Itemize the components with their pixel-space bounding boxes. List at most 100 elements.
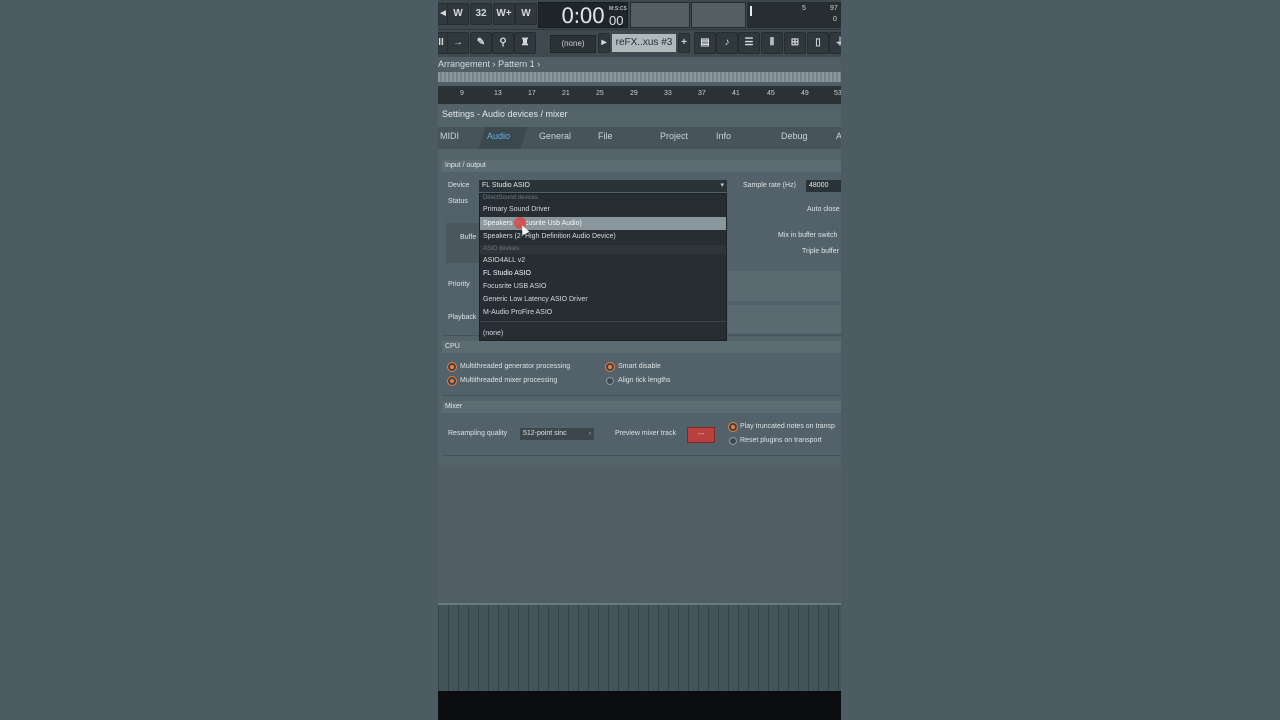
plugin-icon[interactable]: ▯ — [807, 32, 829, 54]
priority-panel — [728, 271, 841, 301]
top-toolbar: ◄ W 32 W+ W 0:00 M:S:CS 00 5 97 0 — [438, 0, 841, 29]
timeline-ruler[interactable]: 9 13 17 21 25 29 33 37 41 45 49 53 — [438, 86, 841, 104]
playlist-overview-strip[interactable] — [438, 72, 841, 82]
device-select[interactable]: FL Studio ASIO ▾ — [479, 180, 727, 192]
time-display[interactable]: 0:00 M:S:CS 00 — [538, 2, 628, 28]
tab-midi[interactable]: MIDI — [440, 131, 459, 141]
tab-about[interactable]: A — [836, 131, 841, 141]
smart-disable-radio[interactable] — [606, 363, 614, 371]
breadcrumb-arrow-icon[interactable]: › — [537, 59, 540, 69]
breadcrumb-pattern[interactable]: Pattern 1 — [498, 59, 535, 69]
breadcrumb-arrangement[interactable]: Arrangement — [438, 59, 490, 69]
ruler-tick: 29 — [630, 90, 638, 97]
pattern-add-icon[interactable]: + — [678, 33, 690, 53]
playback-label: Playback — [448, 314, 477, 321]
ruler-tick: 45 — [767, 90, 775, 97]
breadcrumb-separator: › — [492, 59, 496, 69]
multithreaded-generator-radio[interactable] — [448, 363, 456, 371]
align-tick-label: Align tick lengths — [618, 377, 671, 384]
mixer-header: Mixer — [442, 401, 841, 413]
dropdown-group-asio: ASIO devices — [480, 245, 726, 254]
settings-tabs: MIDI Audio General File Project Info Deb… — [438, 127, 841, 149]
play-truncated-radio[interactable] — [729, 423, 737, 431]
sample-rate-select[interactable]: 48000 — [806, 180, 841, 192]
bit-button[interactable]: 32 — [470, 3, 492, 25]
wave-plus-button[interactable]: W+ — [493, 3, 515, 25]
cpu-section — [442, 353, 841, 396]
stamp-icon[interactable]: ♜ — [514, 32, 536, 54]
align-tick-radio[interactable] — [606, 377, 614, 385]
mix-in-buffer-option[interactable]: Mix in buffer switch — [778, 232, 837, 239]
tab-project[interactable]: Project — [660, 131, 688, 141]
device-dropdown-list[interactable]: DirectSound devices Primary Sound Driver… — [479, 193, 727, 341]
dropdown-item[interactable]: Generic Low Latency ASIO Driver — [480, 293, 726, 306]
cpu-value: 5 — [802, 5, 806, 12]
dropdown-item[interactable]: Speakers (2- High Definition Audio Devic… — [480, 230, 726, 243]
memory-sub-value: 0 — [833, 16, 837, 23]
dropdown-item[interactable]: Focusrite USB ASIO — [480, 280, 726, 293]
mixer-strip-area[interactable] — [438, 603, 841, 693]
memory-value: 97 — [830, 5, 838, 12]
dropdown-item[interactable]: Primary Sound Driver — [480, 203, 726, 216]
resampling-label: Resampling quality — [448, 430, 508, 437]
wave-record-button[interactable]: W — [515, 3, 537, 25]
time-value: 0:00 — [561, 4, 605, 28]
input-output-header: Input / output — [442, 160, 841, 172]
ruler-tick: 49 — [801, 90, 809, 97]
tab-info[interactable]: Info — [716, 131, 731, 141]
tab-general[interactable]: General — [539, 131, 571, 141]
plug-icon[interactable]: ⏚ — [829, 32, 841, 54]
browser-icon[interactable]: ⊞ — [784, 32, 806, 54]
link-icon[interactable]: ⚲ — [492, 32, 514, 54]
multithreaded-mixer-label: Multithreaded mixer processing — [460, 377, 558, 384]
piano-roll-icon[interactable]: ♪ — [716, 32, 738, 54]
buffer-label: Buffe — [460, 234, 477, 241]
preview-mixer-track-button[interactable]: --- — [687, 427, 715, 443]
ruler-tick: 9 — [460, 90, 464, 97]
dropdown-item[interactable]: ASIO4ALL v2 — [480, 254, 726, 267]
dropdown-group-directsound: DirectSound devices — [483, 195, 539, 201]
breadcrumb: Arrangement › Pattern 1 › — [438, 58, 841, 70]
multithreaded-generator-label: Multithreaded generator processing — [460, 363, 571, 370]
multithreaded-mixer-radio[interactable] — [448, 377, 456, 385]
second-toolbar: II → ✎ ⚲ ♜ (none) ▸ reFX..xus #3 + ▤ ♪ ☰… — [438, 29, 841, 57]
bottom-black-bar — [438, 691, 841, 720]
none-select[interactable]: (none) — [550, 35, 596, 53]
ruler-tick: 13 — [494, 90, 502, 97]
time-unit: M:S:CS — [609, 6, 627, 12]
ruler-tick: 53 — [834, 90, 841, 97]
cpu-meter-panel: 5 97 0 — [747, 2, 841, 28]
pattern-select[interactable]: reFX..xus #3 — [612, 34, 676, 52]
tab-file[interactable]: File — [598, 131, 613, 141]
status-label: Status — [448, 198, 468, 205]
dropdown-item[interactable]: FL Studio ASIO — [480, 267, 726, 280]
dropdown-divider — [480, 321, 726, 322]
tab-debug[interactable]: Debug — [781, 131, 808, 141]
pattern-prev-icon[interactable]: ▸ — [598, 33, 610, 53]
sample-rate-label: Sample rate (Hz) — [743, 182, 796, 189]
channel-rack-icon[interactable]: ☰ — [738, 32, 760, 54]
ruler-tick: 41 — [732, 90, 740, 97]
reset-plugins-radio[interactable] — [729, 437, 737, 445]
pencil-icon[interactable]: ✎ — [470, 32, 492, 54]
resampling-select[interactable]: 512-point sinc › — [520, 428, 594, 440]
wave-button[interactable]: W — [447, 3, 469, 25]
auto-close-option[interactable]: Auto close — [807, 206, 840, 213]
tab-audio[interactable]: Audio — [487, 131, 510, 141]
priority-label: Priority — [448, 281, 470, 288]
dropdown-item-none[interactable]: (none) — [480, 327, 726, 340]
dropdown-item[interactable]: M-Audio ProFire ASIO — [480, 306, 726, 319]
settings-title: Settings - Audio devices / mixer — [442, 109, 568, 119]
reset-plugins-label: Reset plugins on transport — [740, 437, 822, 444]
smart-disable-label: Smart disable — [618, 363, 661, 370]
arrow-right-icon[interactable]: → — [447, 32, 469, 54]
playlist-icon[interactable]: ▤ — [694, 32, 716, 54]
resampling-value: 512-point sinc — [523, 430, 567, 437]
preview-mixer-label: Preview mixer track — [615, 430, 677, 437]
chevron-down-icon: ▾ — [720, 182, 724, 189]
buffer-box: Buffe — [446, 223, 480, 263]
mixer-icon[interactable]: ⫴ — [761, 32, 783, 54]
ruler-tick: 21 — [562, 90, 570, 97]
chevron-right-icon: › — [588, 430, 591, 437]
triple-buffer-option[interactable]: Triple buffer — [802, 248, 839, 255]
